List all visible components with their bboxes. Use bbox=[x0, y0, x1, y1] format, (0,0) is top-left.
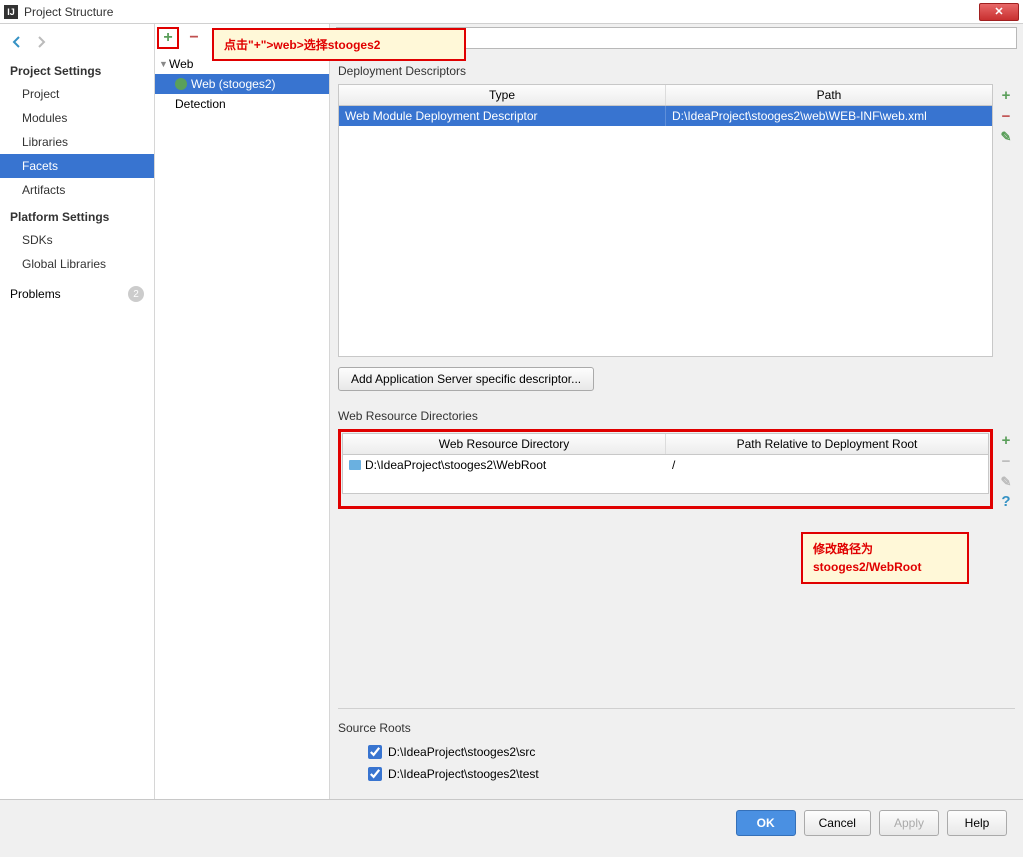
annotation-2: 修改路径为 stooges2/WebRoot bbox=[801, 532, 969, 584]
deploy-remove-icon[interactable]: − bbox=[1002, 109, 1011, 124]
sidebar-item-artifacts[interactable]: Artifacts bbox=[0, 178, 154, 202]
deploy-row-path: D:\IdeaProject\stooges2\web\WEB-INF\web.… bbox=[666, 106, 992, 126]
apply-button[interactable]: Apply bbox=[879, 810, 939, 836]
source-root-label-1: D:\IdeaProject\stooges2\src bbox=[388, 745, 535, 759]
wrd-col-path: Path Relative to Deployment Root bbox=[666, 434, 988, 454]
app-icon: IJ bbox=[4, 5, 18, 19]
problems-label: Problems bbox=[10, 287, 61, 301]
sidebar-item-project[interactable]: Project bbox=[0, 82, 154, 106]
close-button[interactable]: ✕ bbox=[979, 3, 1019, 21]
collapse-icon: ▼ bbox=[159, 59, 169, 69]
wrd-add-icon[interactable]: + bbox=[1002, 433, 1011, 448]
deploy-col-path: Path bbox=[666, 85, 992, 105]
sidebar-item-problems[interactable]: Problems 2 bbox=[0, 276, 154, 307]
titlebar: IJ Project Structure ✕ bbox=[0, 0, 1023, 24]
wrd-help-icon[interactable]: ? bbox=[1001, 494, 1010, 509]
web-icon bbox=[175, 78, 187, 90]
sidebar-item-libraries[interactable]: Libraries bbox=[0, 130, 154, 154]
sidebar-item-sdks[interactable]: SDKs bbox=[0, 228, 154, 252]
source-root-row-1: D:\IdeaProject\stooges2\src bbox=[338, 741, 1015, 763]
help-button[interactable]: Help bbox=[947, 810, 1007, 836]
deploy-add-icon[interactable]: + bbox=[1002, 88, 1011, 103]
remove-facet-button[interactable]: − bbox=[183, 27, 205, 49]
tree-label-detection: Detection bbox=[175, 97, 226, 111]
tree-node-detection[interactable]: Detection bbox=[155, 94, 329, 114]
source-root-label-2: D:\IdeaProject\stooges2\test bbox=[388, 767, 539, 781]
problems-badge: 2 bbox=[128, 286, 144, 302]
sidebar: Project Settings Project Modules Librari… bbox=[0, 24, 155, 799]
section-platform-settings: Platform Settings bbox=[0, 202, 154, 228]
wrd-remove-icon[interactable]: − bbox=[1002, 454, 1011, 469]
tree-label-child: Web (stooges2) bbox=[191, 77, 276, 91]
wrd-edit-icon[interactable]: ✎ bbox=[1001, 475, 1012, 488]
sidebar-item-facets[interactable]: Facets bbox=[0, 154, 154, 178]
source-root-check-2[interactable] bbox=[368, 767, 382, 781]
deploy-row[interactable]: Web Module Deployment Descriptor D:\Idea… bbox=[339, 106, 992, 126]
deploy-edit-icon[interactable]: ✎ bbox=[1001, 130, 1012, 143]
deploy-row-type: Web Module Deployment Descriptor bbox=[339, 106, 666, 126]
tree-label-web: Web bbox=[169, 57, 193, 71]
folder-icon bbox=[349, 460, 361, 470]
sidebar-item-global-libraries[interactable]: Global Libraries bbox=[0, 252, 154, 276]
wrd-col-dir: Web Resource Directory bbox=[343, 434, 666, 454]
ok-button[interactable]: OK bbox=[736, 810, 796, 836]
section-project-settings: Project Settings bbox=[0, 56, 154, 82]
facet-editor: Deployment Descriptors Type Path Web Mod… bbox=[330, 24, 1023, 799]
add-facet-button[interactable]: + bbox=[157, 27, 179, 49]
source-section-label: Source Roots bbox=[338, 721, 1015, 735]
sidebar-item-modules[interactable]: Modules bbox=[0, 106, 154, 130]
source-root-row-2: D:\IdeaProject\stooges2\test bbox=[338, 763, 1015, 785]
dialog-button-bar: OK Cancel Apply Help bbox=[0, 799, 1023, 845]
add-app-server-descriptor-button[interactable]: Add Application Server specific descript… bbox=[338, 367, 594, 391]
wrd-row-path: / bbox=[666, 455, 988, 475]
deploy-col-type: Type bbox=[339, 85, 666, 105]
facets-tree-panel: + − ▼ Web Web (stooges2) Detection bbox=[155, 24, 330, 799]
tree-node-web-stooges2[interactable]: Web (stooges2) bbox=[155, 74, 329, 94]
nav-forward-icon[interactable] bbox=[34, 35, 48, 49]
source-root-check-1[interactable] bbox=[368, 745, 382, 759]
web-resource-table: Web Resource Directory Path Relative to … bbox=[342, 433, 989, 494]
annotation-1: 点击"+">web>选择stooges2 bbox=[212, 28, 466, 61]
wrd-section-label: Web Resource Directories bbox=[338, 409, 1015, 423]
wrd-row-dir: D:\IdeaProject\stooges2\WebRoot bbox=[365, 458, 546, 472]
deploy-section-label: Deployment Descriptors bbox=[338, 64, 1015, 78]
cancel-button[interactable]: Cancel bbox=[804, 810, 871, 836]
deploy-descriptors-table: Type Path Web Module Deployment Descript… bbox=[338, 84, 993, 357]
wrd-row[interactable]: D:\IdeaProject\stooges2\WebRoot / bbox=[343, 455, 988, 475]
window-title: Project Structure bbox=[24, 5, 979, 19]
nav-back-icon[interactable] bbox=[10, 35, 24, 49]
